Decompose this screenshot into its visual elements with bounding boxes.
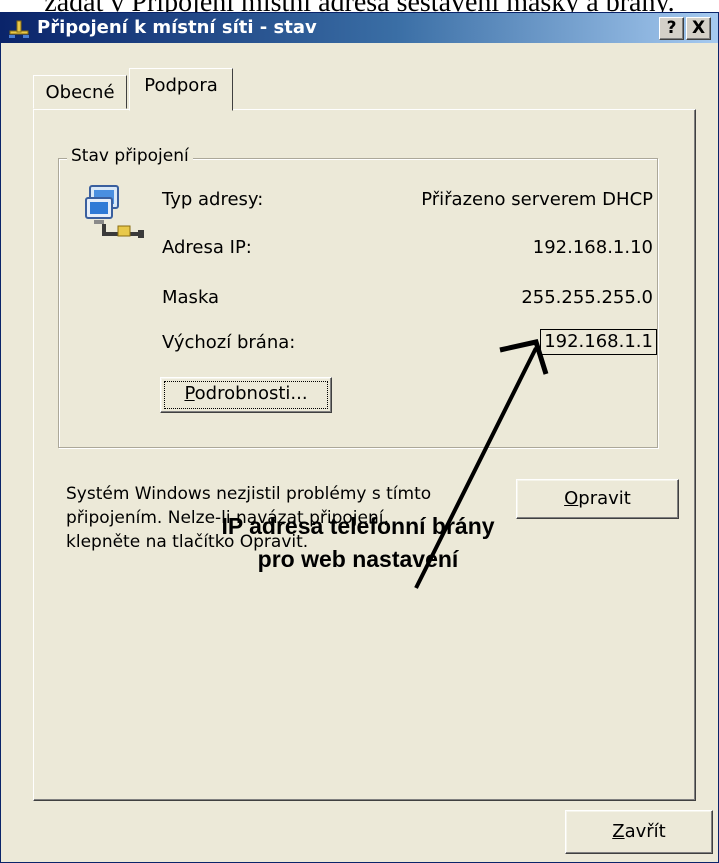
diagnostic-line-1: Systém Windows nezjistil problémy s tímt…	[66, 484, 432, 504]
support-tab-panel: Stav připojení Typ adresy: Přiřazeno ser…	[33, 109, 696, 801]
dialog-window: Připojení k místní síti - stav ? X Obecn…	[0, 12, 719, 863]
tab-general[interactable]: Obecné	[33, 75, 127, 109]
window-title: Připojení k místní síti - stav	[37, 17, 317, 38]
details-button-label: odrobnosti...	[194, 383, 308, 404]
network-computers-icon	[85, 185, 144, 238]
address-type-value: Přiřazeno serverem DHCP	[421, 189, 653, 210]
repair-button-label: pravit	[578, 488, 631, 509]
ip-address-value: 192.168.1.10	[532, 237, 653, 258]
annotation-line-2: pro web nastavení	[257, 546, 459, 572]
close-button-label: avřít	[624, 821, 666, 842]
subnet-mask-label: Maska	[162, 287, 220, 308]
help-button[interactable]: ?	[659, 17, 684, 40]
close-window-button[interactable]: X	[686, 17, 711, 40]
annotation-line-1: IP adresa telefonní brány	[221, 513, 495, 539]
details-button[interactable]: Podrobnosti...	[160, 377, 332, 413]
connection-status-legend: Stav připojení	[67, 145, 193, 167]
default-gateway-label: Výchozí brána:	[162, 332, 296, 353]
ip-address-label: Adresa IP:	[162, 237, 252, 258]
default-gateway-value: 192.168.1.1	[540, 329, 657, 355]
close-button[interactable]: Zavřít	[565, 810, 713, 854]
title-bar[interactable]: Připojení k místní síti - stav ? X	[1, 13, 718, 43]
tab-support[interactable]: Podpora	[129, 68, 233, 111]
gateway-annotation: IP adresa telefonní brány pro web nastav…	[168, 510, 548, 576]
repair-button-accel: O	[564, 488, 579, 509]
details-button-accel: P	[184, 383, 195, 404]
close-button-accel: Z	[612, 821, 625, 842]
address-type-label: Typ adresy:	[162, 189, 264, 210]
network-connection-icon	[9, 20, 29, 38]
subnet-mask-value: 255.255.255.0	[521, 287, 653, 308]
